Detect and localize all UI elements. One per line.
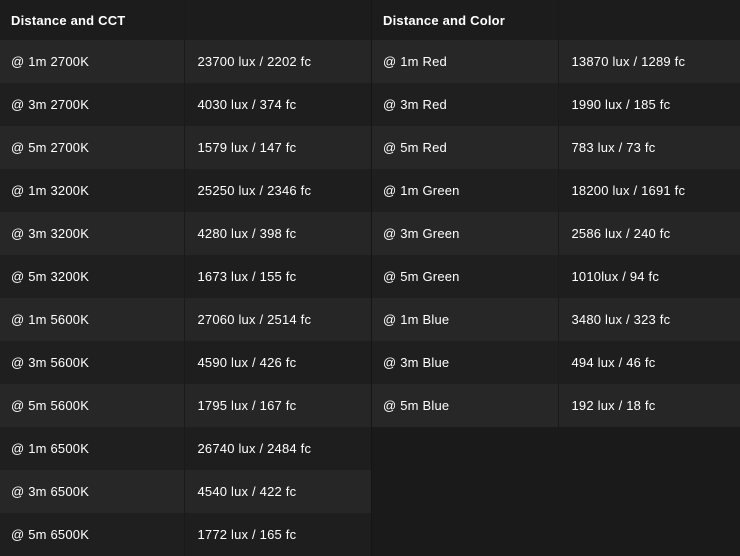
cct-illuminance-cell: 26740 lux / 2484 fc: [183, 427, 371, 470]
color-illuminance-cell: 192 lux / 18 fc: [557, 384, 740, 427]
color-table-header-distance: Distance and Color: [372, 0, 558, 40]
color-illuminance-cell: 2586 lux / 240 fc: [557, 212, 740, 255]
color-table-header-row: Distance and Color: [372, 0, 740, 40]
color-table-header-value: [557, 0, 740, 40]
color-illuminance-cell: 1990 lux / 185 fc: [557, 83, 740, 126]
cct-distance-cell: @ 1m 6500K: [0, 427, 184, 470]
cct-illuminance-cell: 4280 lux / 398 fc: [183, 212, 371, 255]
cct-table-row: @ 5m 3200K 1673 lux / 155 fc: [0, 255, 371, 298]
color-illuminance-cell: 1010lux / 94 fc: [557, 255, 740, 298]
color-distance-cell: @ 1m Green: [372, 169, 558, 212]
cct-table-row: @ 3m 3200K 4280 lux / 398 fc: [0, 212, 371, 255]
cct-table-row: @ 1m 6500K 26740 lux / 2484 fc: [0, 427, 371, 470]
cct-distance-cell: @ 5m 3200K: [0, 255, 184, 298]
color-distance-cell: @ 5m Blue: [372, 384, 558, 427]
color-table-row: @ 1m Blue 3480 lux / 323 fc: [372, 298, 740, 341]
color-illuminance-cell: 13870 lux / 1289 fc: [557, 40, 740, 83]
cct-illuminance-cell: 25250 lux / 2346 fc: [183, 169, 371, 212]
color-illuminance-cell: 18200 lux / 1691 fc: [557, 169, 740, 212]
color-table-row: @ 5m Red 783 lux / 73 fc: [372, 126, 740, 169]
cct-distance-cell: @ 3m 3200K: [0, 212, 184, 255]
cct-table-row: @ 3m 2700K 4030 lux / 374 fc: [0, 83, 371, 126]
color-illuminance-cell: 494 lux / 46 fc: [557, 341, 740, 384]
cct-illuminance-cell: 27060 lux / 2514 fc: [183, 298, 371, 341]
cct-table-row: @ 3m 5600K 4590 lux / 426 fc: [0, 341, 371, 384]
cct-table-header-distance: Distance and CCT: [0, 0, 184, 40]
cct-table-row: @ 3m 6500K 4540 lux / 422 fc: [0, 470, 371, 513]
color-illuminance-cell: 3480 lux / 323 fc: [557, 298, 740, 341]
cct-illuminance-cell: 1673 lux / 155 fc: [183, 255, 371, 298]
color-distance-cell: @ 3m Green: [372, 212, 558, 255]
color-distance-cell: @ 3m Red: [372, 83, 558, 126]
color-table-row: @ 5m Green 1010lux / 94 fc: [372, 255, 740, 298]
color-distance-cell: @ 5m Red: [372, 126, 558, 169]
cct-table-row: @ 5m 5600K 1795 lux / 167 fc: [0, 384, 371, 427]
page: Distance and CCT @ 1m 2700K 23700 lux / 2…: [0, 0, 740, 556]
cct-distance-cell: @ 5m 5600K: [0, 384, 184, 427]
cct-distance-cell: @ 1m 5600K: [0, 298, 184, 341]
color-table-row: @ 5m Blue 192 lux / 18 fc: [372, 384, 740, 427]
cct-table-row: @ 5m 2700K 1579 lux / 147 fc: [0, 126, 371, 169]
cct-illuminance-cell: 4540 lux / 422 fc: [183, 470, 371, 513]
cct-distance-cell: @ 5m 2700K: [0, 126, 184, 169]
cct-illuminance-cell: 4590 lux / 426 fc: [183, 341, 371, 384]
cct-illuminance-cell: 1795 lux / 167 fc: [183, 384, 371, 427]
cct-distance-cell: @ 1m 2700K: [0, 40, 184, 83]
cct-table-row: @ 5m 6500K 1772 lux / 165 fc: [0, 513, 371, 556]
color-table: Distance and Color @ 1m Red 13870 lux / 1…: [372, 0, 740, 427]
color-distance-cell: @ 3m Blue: [372, 341, 558, 384]
cct-illuminance-cell: 23700 lux / 2202 fc: [183, 40, 371, 83]
color-distance-cell: @ 1m Red: [372, 40, 558, 83]
cct-distance-cell: @ 3m 5600K: [0, 341, 184, 384]
color-table-row: @ 3m Green 2586 lux / 240 fc: [372, 212, 740, 255]
cct-table-body: @ 1m 2700K 23700 lux / 2202 fc @ 3m 2700K 4…: [0, 40, 371, 556]
cct-table-row: @ 1m 5600K 27060 lux / 2514 fc: [0, 298, 371, 341]
cct-distance-cell: @ 3m 6500K: [0, 470, 184, 513]
color-distance-cell: @ 5m Green: [372, 255, 558, 298]
cct-table-row: @ 1m 2700K 23700 lux / 2202 fc: [0, 40, 371, 83]
color-table-row: @ 3m Red 1990 lux / 185 fc: [372, 83, 740, 126]
color-table-body: @ 1m Red 13870 lux / 1289 fc @ 3m Red 1990 …: [372, 40, 740, 427]
cct-illuminance-cell: 4030 lux / 374 fc: [183, 83, 371, 126]
color-distance-cell: @ 1m Blue: [372, 298, 558, 341]
color-table-row: @ 1m Red 13870 lux / 1289 fc: [372, 40, 740, 83]
cct-table-row: @ 1m 3200K 25250 lux / 2346 fc: [0, 169, 371, 212]
cct-distance-cell: @ 1m 3200K: [0, 169, 184, 212]
color-illuminance-cell: 783 lux / 73 fc: [557, 126, 740, 169]
cct-distance-cell: @ 5m 6500K: [0, 513, 184, 556]
cct-distance-cell: @ 3m 2700K: [0, 83, 184, 126]
color-table-row: @ 3m Blue 494 lux / 46 fc: [372, 341, 740, 384]
cct-illuminance-cell: 1579 lux / 147 fc: [183, 126, 371, 169]
color-table-row: @ 1m Green 18200 lux / 1691 fc: [372, 169, 740, 212]
cct-table-header-value: [183, 0, 371, 40]
cct-table-header-row: Distance and CCT: [0, 0, 371, 40]
cct-table: Distance and CCT @ 1m 2700K 23700 lux / 2…: [0, 0, 371, 556]
cct-illuminance-cell: 1772 lux / 165 fc: [183, 513, 371, 556]
